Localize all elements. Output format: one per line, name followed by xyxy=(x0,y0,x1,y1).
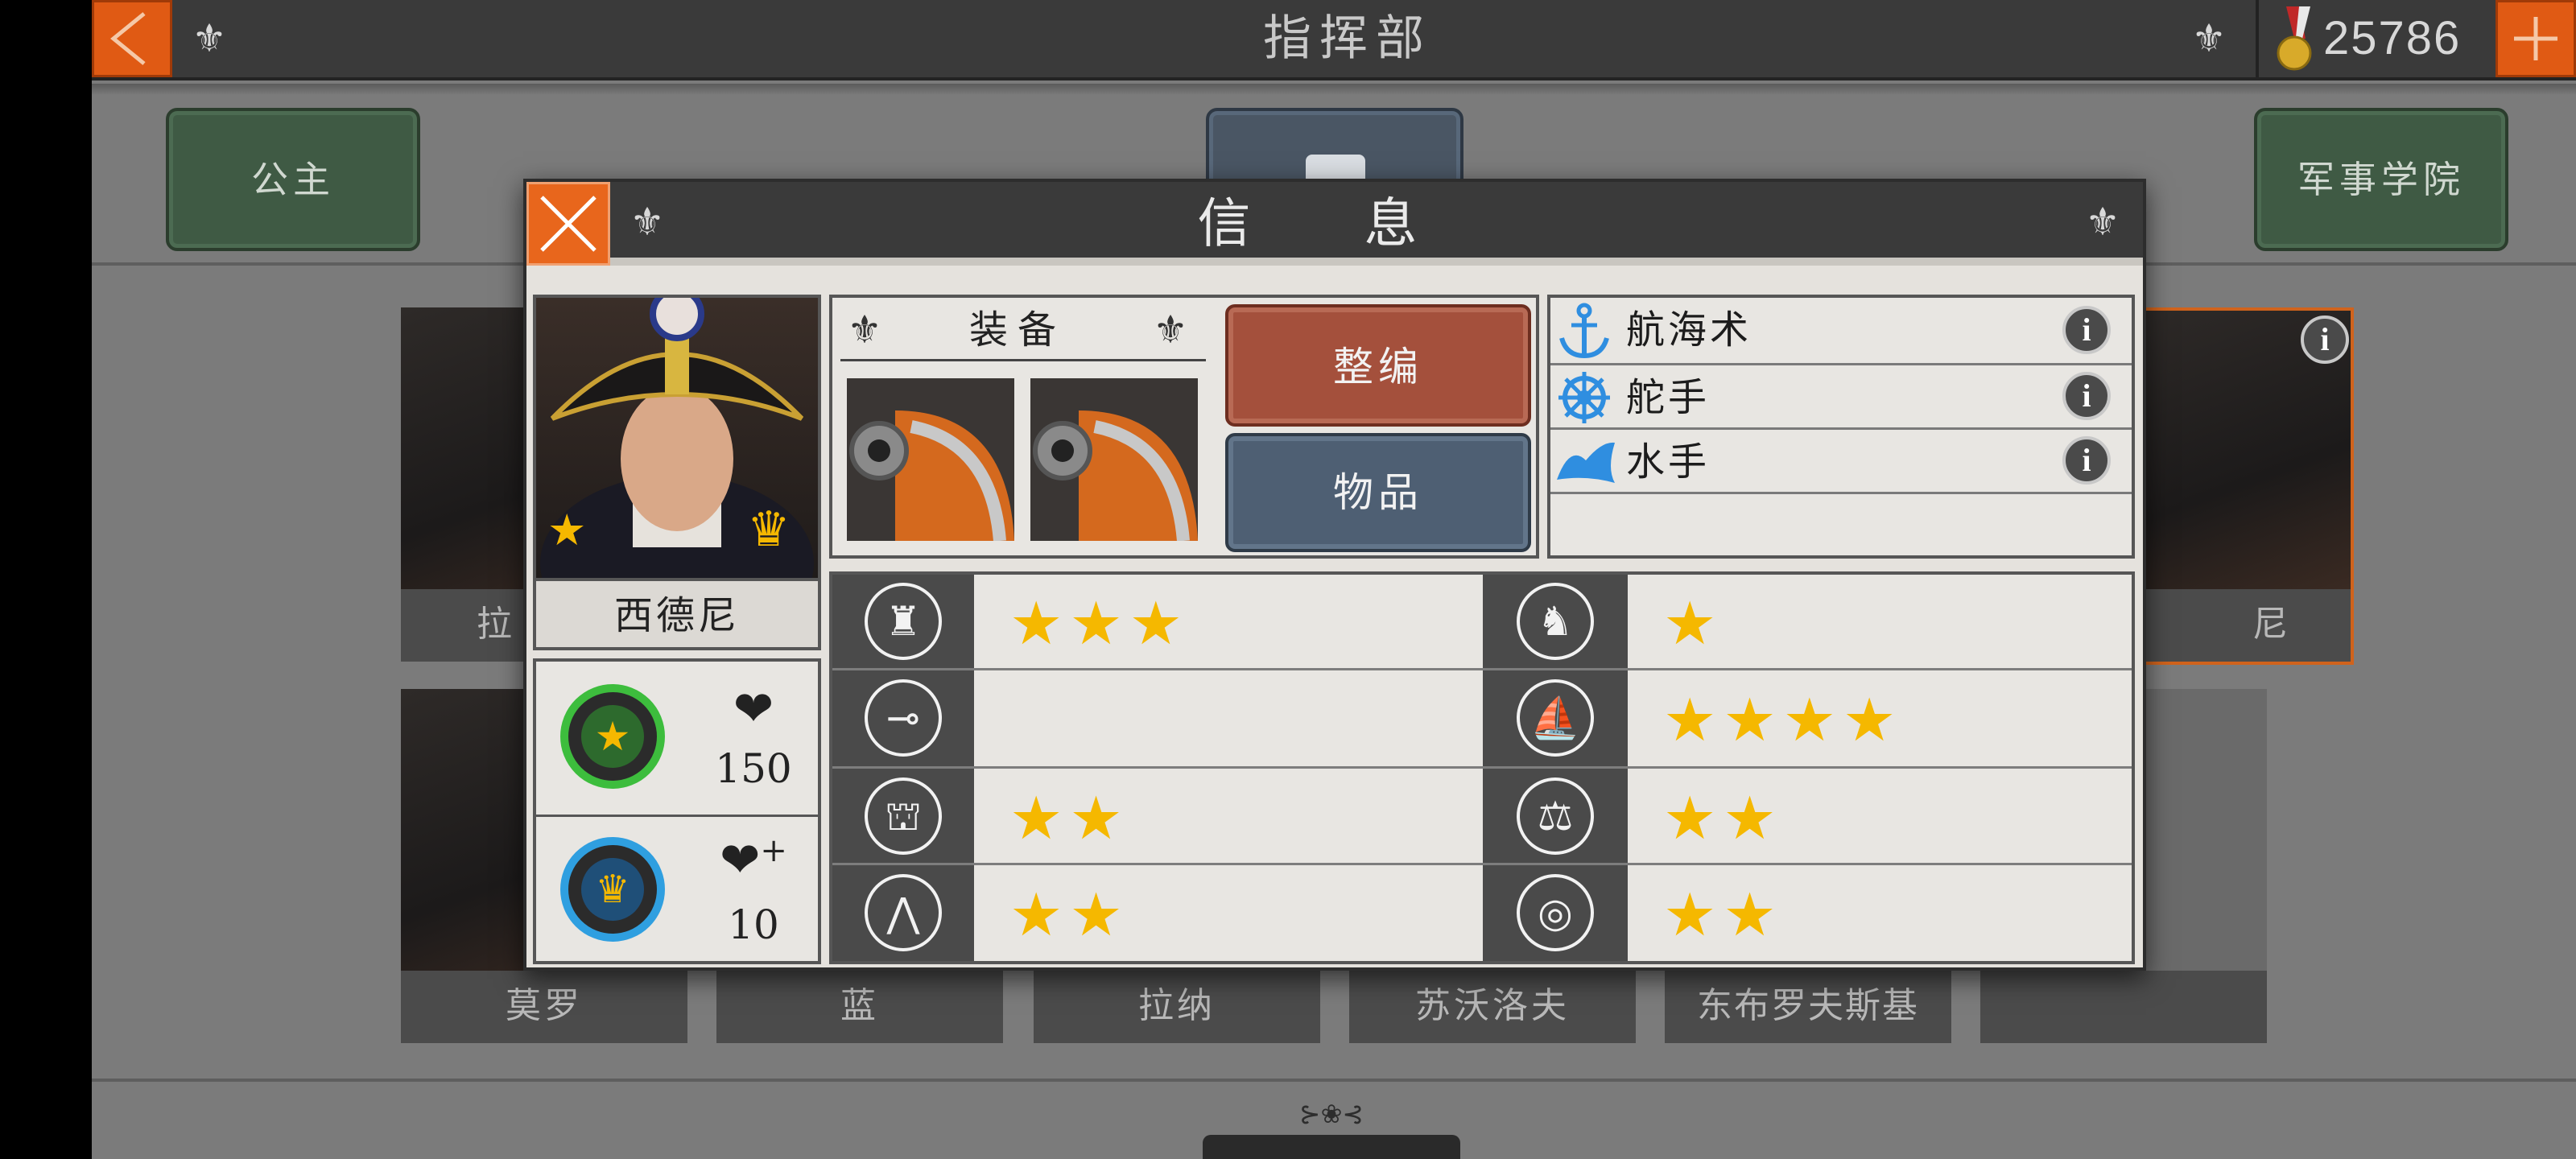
info-dialog: ⚜ 信 息 ⚜ ★ ♛ 西德尼 ★ ❤ 150 ♛ ❤+ 10 ⚜ 装备 ⚜ 整… xyxy=(523,179,2146,971)
officer-name: 莫罗 xyxy=(401,971,687,1043)
skill-row[interactable]: 舵手 i xyxy=(1550,365,2132,430)
officer-vitals-panel: ★ ❤ 150 ♛ ❤+ 10 xyxy=(533,658,821,964)
heart-icon: ❤ xyxy=(733,681,774,737)
officer-card[interactable]: 苏沃洛夫 xyxy=(1349,971,1636,1043)
cavalry-icon: ♞ xyxy=(1517,583,1594,660)
officer-health: 150 xyxy=(715,745,792,792)
officer-name: 东布罗夫斯基 xyxy=(1665,971,1951,1043)
row-divider xyxy=(832,668,2132,670)
officer-card[interactable]: 拉纳 xyxy=(1034,971,1320,1043)
bottom-drawer-handle[interactable] xyxy=(1203,1135,1460,1159)
skill-name: 航海术 xyxy=(1626,307,1752,353)
divider-line xyxy=(92,1079,2576,1082)
navy-icon: ⛵ xyxy=(1517,679,1594,757)
skill-row[interactable]: 航海术 i xyxy=(1550,298,2132,365)
info-icon[interactable]: i xyxy=(2062,372,2111,420)
rank-gauge: ♛ xyxy=(560,837,665,942)
officer-card[interactable]: 蓝 xyxy=(716,971,1003,1043)
balance-stars: ★★ xyxy=(1663,784,1783,853)
cavalry-stars: ★ xyxy=(1663,589,1724,658)
tab-princess[interactable]: 公主 xyxy=(166,108,420,251)
info-icon[interactable]: i xyxy=(2062,436,2111,485)
crown-icon: ♛ xyxy=(747,501,797,558)
target-stars: ★★ xyxy=(1663,881,1783,950)
divider-line xyxy=(536,815,818,817)
laurel-star-icon: ★ xyxy=(581,705,644,768)
officer-name: 西德尼 xyxy=(536,578,818,647)
balance-icon: ⚖ xyxy=(1517,777,1594,855)
sailor-hat-icon xyxy=(1557,442,1615,483)
info-icon[interactable]: i xyxy=(2062,306,2111,354)
equipment-panel: ⚜ 装备 ⚜ 整编 物品 xyxy=(829,295,1539,559)
ornament-icon: ⊱❀⊰ xyxy=(1298,1099,1364,1129)
row-divider xyxy=(832,766,2132,769)
skill-name: 水手 xyxy=(1626,439,1711,485)
skill-row[interactable]: 水手 i xyxy=(1550,430,2132,494)
anchor-icon xyxy=(1559,303,1609,359)
divider-line xyxy=(840,359,1206,361)
info-icon[interactable]: i xyxy=(2301,316,2349,364)
reorganize-button[interactable]: 整编 xyxy=(1225,304,1531,427)
officer-heal: 10 xyxy=(728,901,779,948)
skill-name: 舵手 xyxy=(1626,375,1711,420)
officer-name: 拉纳 xyxy=(1034,971,1320,1043)
attributes-panel: ♜ ★★★ ⊸ ⛫ ★★ ⋀ ★★ ♞ ★ ⛵ ★★★★ ⚖ ★★ ◎ ★★ xyxy=(829,571,2135,964)
officer-portrait: ★ ♛ xyxy=(536,298,818,578)
row-divider xyxy=(832,863,2132,865)
fleur-de-lis-icon: ⚜ xyxy=(192,16,227,61)
close-button[interactable] xyxy=(526,182,610,266)
target-icon: ◎ xyxy=(1517,874,1594,951)
back-button[interactable] xyxy=(92,0,172,77)
officer-card[interactable]: 东布罗夫斯基 xyxy=(1665,971,1951,1043)
back-arrow-icon xyxy=(110,12,146,65)
fleur-de-lis-icon: ⚜ xyxy=(630,200,665,245)
plus-icon xyxy=(2514,17,2557,60)
gold-amount: 25786 xyxy=(2323,12,2462,64)
skills-panel: 航海术 i 舵手 i 水手 i xyxy=(1547,295,2135,559)
officer-name: 尼 xyxy=(2132,589,2351,662)
cannon-icon xyxy=(847,378,1014,541)
heal-heart-icon: ❤+ xyxy=(720,832,787,889)
crown-icon: ♛ xyxy=(581,858,644,921)
tab-military-academy[interactable]: 军事学院 xyxy=(2254,108,2508,251)
officer-name: 苏沃洛夫 xyxy=(1349,971,1636,1043)
fortification-icon: ⛫ xyxy=(865,777,942,855)
empty-slot-name xyxy=(1980,971,2267,1043)
ship-wheel-icon xyxy=(1558,372,1610,423)
fortification-stars: ★★ xyxy=(1009,784,1129,853)
page-title: 指挥部 xyxy=(1263,10,1432,67)
dialog-title: 信 息 xyxy=(1197,192,1466,254)
medal-icon xyxy=(2277,6,2312,71)
equipment-slot-1[interactable] xyxy=(847,378,1014,541)
fleur-de-lis-icon: ⚜ xyxy=(1153,307,1188,353)
rank-star-icon: ★ xyxy=(547,505,593,555)
march-icon: ⋀ xyxy=(865,874,942,951)
close-icon xyxy=(540,196,597,252)
cannon-icon xyxy=(1030,378,1198,541)
fleur-de-lis-icon-right: ⚜ xyxy=(2085,200,2120,245)
infantry-stars: ★★★ xyxy=(1009,589,1190,658)
march-stars: ★★ xyxy=(1009,881,1129,950)
fleur-de-lis-icon: ⚜ xyxy=(847,307,882,353)
infantry-icon: ♜ xyxy=(865,583,942,660)
navy-stars: ★★★★ xyxy=(1663,686,1903,755)
officer-portrait-panel: ★ ♛ 西德尼 xyxy=(533,295,821,650)
add-gold-button[interactable] xyxy=(2496,0,2576,77)
fleur-de-lis-icon-right: ⚜ xyxy=(2191,16,2227,61)
officer-name: 蓝 xyxy=(716,971,1003,1043)
experience-gauge: ★ xyxy=(560,684,665,789)
top-bar-shadow xyxy=(92,84,2576,95)
officer-card-selected[interactable]: i 尼 xyxy=(2128,307,2354,665)
items-button[interactable]: 物品 xyxy=(1225,433,1531,552)
artillery-icon: ⊸ xyxy=(865,679,942,757)
equipment-label: 装备 xyxy=(968,307,1066,353)
equipment-slot-2[interactable] xyxy=(1030,378,1198,541)
